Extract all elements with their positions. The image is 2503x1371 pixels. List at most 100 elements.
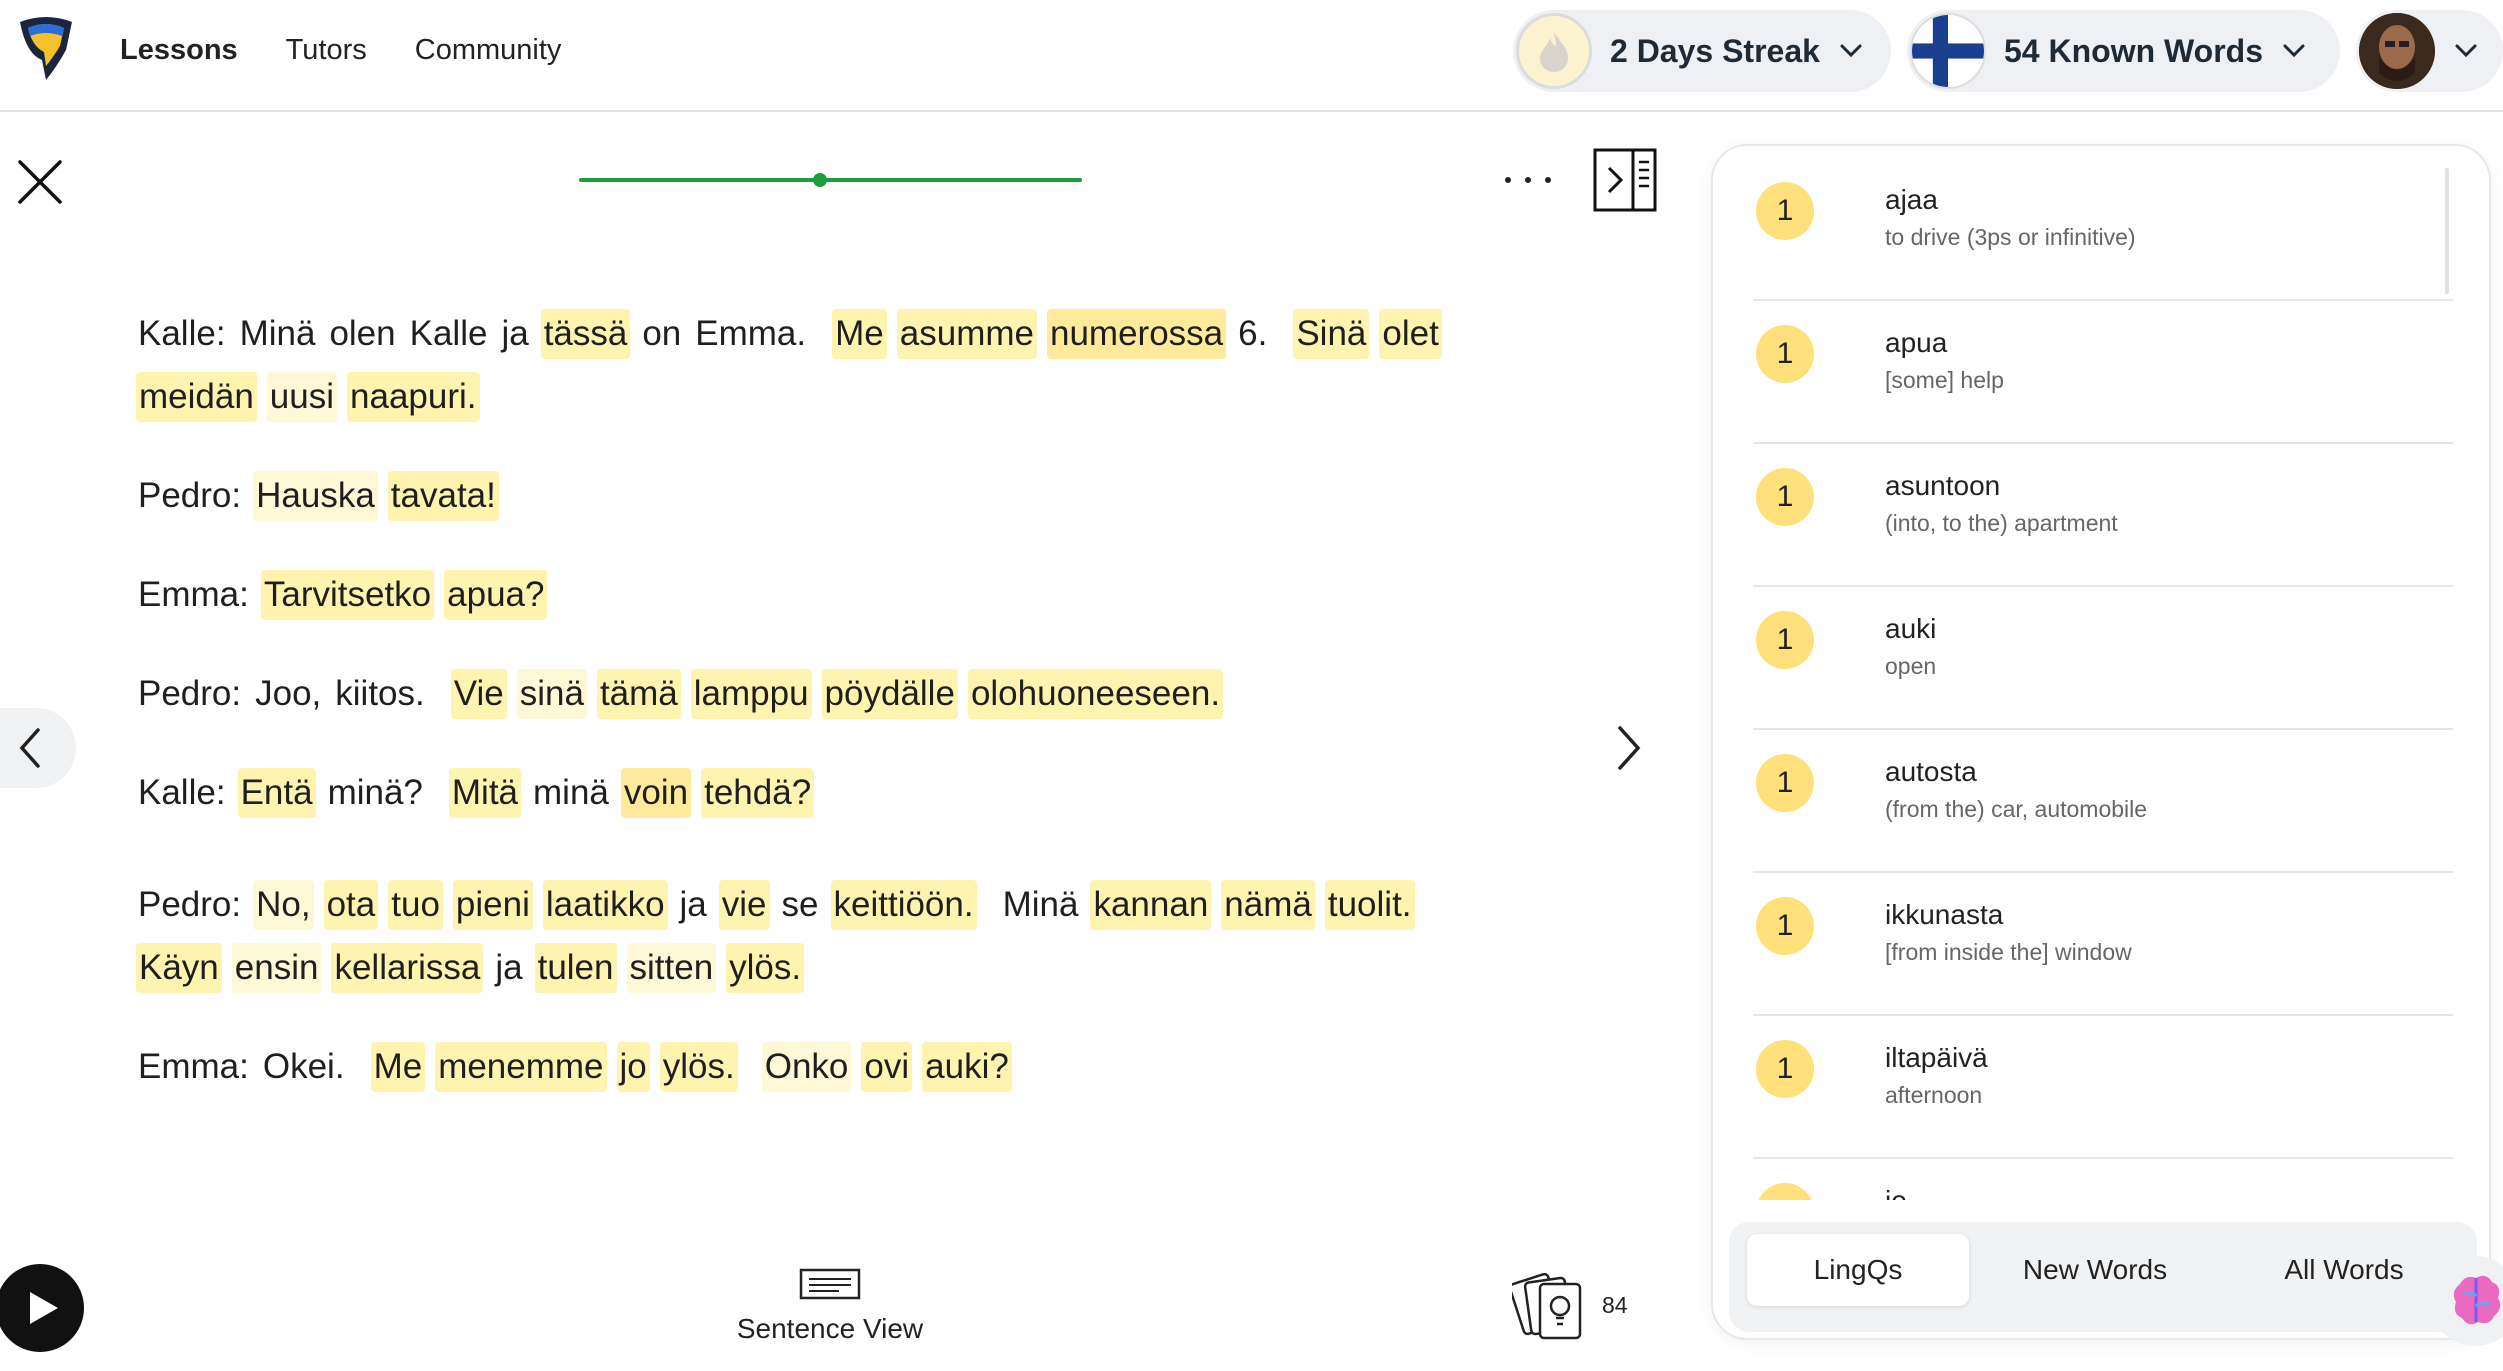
word[interactable]: tuolit.: [1324, 880, 1415, 930]
review-cards-button[interactable]: 84: [1508, 1268, 1632, 1344]
word[interactable]: Me: [370, 1042, 426, 1092]
word[interactable]: menemme: [435, 1042, 607, 1092]
sentence-view-button[interactable]: Sentence View: [720, 1268, 940, 1348]
word[interactable]: ylös.: [659, 1042, 738, 1092]
word[interactable]: Tarvitsetko: [260, 570, 435, 620]
word[interactable]: se: [780, 880, 821, 930]
word[interactable]: Kalle: [408, 309, 490, 359]
word[interactable]: Me: [832, 309, 887, 359]
word[interactable]: kannan: [1090, 880, 1212, 930]
previous-page-button[interactable]: [0, 708, 76, 788]
word[interactable]: Kalle:: [136, 309, 228, 359]
word[interactable]: sitten: [626, 943, 717, 993]
status-badge[interactable]: 1: [1756, 182, 1814, 240]
status-badge[interactable]: 1: [1756, 1183, 1814, 1200]
lingq-logo[interactable]: [16, 16, 76, 82]
more-options-icon[interactable]: [1500, 162, 1556, 198]
word[interactable]: Pedro:: [136, 471, 243, 521]
lingq-list[interactable]: 1 ajaa to drive (3ps or infinitive) 1 apua [s…: [1713, 146, 2489, 1200]
word[interactable]: pöydälle: [821, 669, 958, 719]
word[interactable]: minä: [531, 768, 611, 818]
word[interactable]: Emma.: [693, 309, 808, 359]
word[interactable]: Emma:: [136, 570, 251, 620]
lingq-entry[interactable]: 1 auki open: [1753, 587, 2453, 730]
word[interactable]: asumme: [896, 309, 1037, 359]
play-audio-button[interactable]: [0, 1264, 84, 1352]
word[interactable]: Käyn: [136, 943, 222, 993]
lingq-entry[interactable]: 1 ikkunasta [from inside the] window: [1753, 873, 2453, 1016]
word[interactable]: Entä: [237, 768, 316, 818]
word[interactable]: tavata!: [387, 471, 499, 521]
word[interactable]: olen: [327, 309, 397, 359]
streak-dropdown[interactable]: 2 Days Streak: [1513, 10, 1891, 92]
word[interactable]: Emma:: [136, 1042, 251, 1092]
lingq-entry[interactable]: 1 ajaa to drive (3ps or infinitive): [1753, 158, 2453, 301]
word[interactable]: ja: [499, 309, 530, 359]
word[interactable]: Sinä: [1293, 309, 1370, 359]
word[interactable]: Okei.: [261, 1042, 347, 1092]
known-words-dropdown[interactable]: 54 Known Words: [1907, 10, 2340, 92]
word[interactable]: kiitos.: [333, 669, 426, 719]
status-badge[interactable]: 1: [1756, 611, 1814, 669]
status-badge[interactable]: 1: [1756, 325, 1814, 383]
status-badge[interactable]: 1: [1756, 468, 1814, 526]
word[interactable]: meidän: [136, 372, 257, 422]
word[interactable]: naapuri.: [347, 372, 480, 422]
word[interactable]: Kalle:: [136, 768, 228, 818]
word[interactable]: Minä: [238, 309, 318, 359]
status-badge[interactable]: 1: [1756, 1040, 1814, 1098]
word[interactable]: ota: [323, 880, 379, 930]
lingq-entry[interactable]: 1 iltapäivä afternoon: [1753, 1016, 2453, 1159]
word[interactable]: keittiöön.: [830, 880, 977, 930]
word[interactable]: voin: [620, 768, 692, 818]
status-badge[interactable]: 1: [1756, 754, 1814, 812]
tab-new-words[interactable]: New Words: [1975, 1234, 2215, 1306]
word[interactable]: apua?: [444, 570, 548, 620]
word[interactable]: 6.: [1236, 309, 1269, 359]
nav-community[interactable]: Community: [415, 34, 562, 67]
word[interactable]: numerossa: [1046, 309, 1227, 359]
word[interactable]: tulen: [534, 943, 617, 993]
word[interactable]: ovi: [861, 1042, 913, 1092]
tab-all-words[interactable]: All Words: [2229, 1234, 2459, 1306]
word[interactable]: lamppu: [690, 669, 812, 719]
sidebar-toggle-icon[interactable]: [1593, 148, 1657, 212]
word[interactable]: Minä: [1001, 880, 1081, 930]
word[interactable]: Pedro:: [136, 880, 243, 930]
word[interactable]: tuo: [388, 880, 443, 930]
lingq-entry[interactable]: 1 asuntoon (into, to the) apartment: [1753, 444, 2453, 587]
word[interactable]: olohuoneeseen.: [967, 669, 1224, 719]
word[interactable]: tässä: [540, 309, 631, 359]
word[interactable]: vie: [718, 880, 770, 930]
word[interactable]: auki?: [922, 1042, 1012, 1092]
progress-knob[interactable]: [813, 173, 828, 187]
word[interactable]: ja: [678, 880, 709, 930]
word[interactable]: sinä: [516, 669, 587, 719]
word[interactable]: tämä: [596, 669, 681, 719]
profile-dropdown[interactable]: [2356, 10, 2503, 92]
nav-lessons[interactable]: Lessons: [120, 34, 238, 67]
word[interactable]: ensin: [231, 943, 322, 993]
word[interactable]: ylös.: [726, 943, 805, 993]
word[interactable]: pieni: [452, 880, 533, 930]
lingq-entry[interactable]: 1 apua [some] help: [1753, 301, 2453, 444]
word[interactable]: tehdä?: [701, 768, 815, 818]
word[interactable]: Hauska: [253, 471, 378, 521]
lesson-progress-bar[interactable]: [579, 173, 1082, 187]
tab-lingqs[interactable]: LingQs: [1747, 1234, 1969, 1306]
word[interactable]: minä?: [326, 768, 425, 818]
word[interactable]: nämä: [1221, 880, 1315, 930]
word[interactable]: on: [640, 309, 683, 359]
word[interactable]: laatikko: [542, 880, 668, 930]
word[interactable]: Mitä: [448, 768, 522, 818]
word[interactable]: kellarissa: [331, 943, 484, 993]
word[interactable]: jo: [616, 1042, 650, 1092]
close-lesson-icon[interactable]: [16, 158, 64, 206]
word[interactable]: olet: [1379, 309, 1442, 359]
word[interactable]: Joo,: [253, 669, 323, 719]
word[interactable]: No,: [253, 880, 314, 930]
word[interactable]: Onko: [761, 1042, 852, 1092]
word[interactable]: Pedro:: [136, 669, 243, 719]
nav-tutors[interactable]: Tutors: [286, 34, 367, 67]
status-badge[interactable]: 1: [1756, 897, 1814, 955]
